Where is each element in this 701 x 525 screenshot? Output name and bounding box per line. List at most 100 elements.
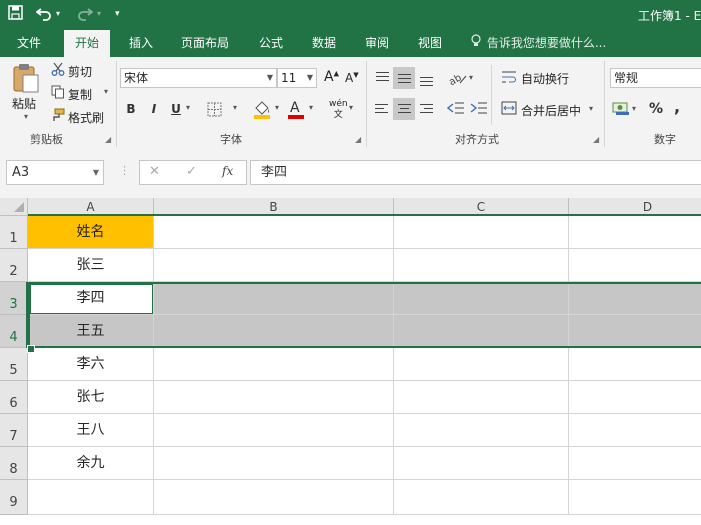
row-header[interactable]: 1 [0, 216, 28, 249]
row-header[interactable]: 3 [0, 282, 28, 315]
cell-d6[interactable] [569, 381, 701, 414]
underline-dropdown-icon[interactable]: ▾ [186, 103, 190, 112]
cell-b1[interactable] [154, 216, 394, 249]
align-top-button[interactable] [371, 67, 393, 89]
orientation-dropdown-icon[interactable]: ▾ [469, 73, 473, 82]
tab-review[interactable]: 审阅 [365, 30, 389, 57]
cell-a8[interactable]: 余九 [28, 447, 154, 480]
increase-indent-icon[interactable] [470, 101, 488, 118]
undo-dropdown-icon[interactable]: ▾ [56, 5, 60, 23]
wrap-text-button[interactable]: 自动换行 [521, 70, 569, 87]
font-color-icon[interactable]: A [287, 98, 305, 123]
tell-me-box[interactable]: 告诉我您想要做什么... [471, 30, 606, 57]
undo-icon[interactable] [35, 5, 52, 23]
row-header[interactable]: 7 [0, 414, 28, 447]
tab-data[interactable]: 数据 [312, 30, 336, 57]
cell-c1[interactable] [394, 216, 569, 249]
phonetic-dropdown-icon[interactable]: ▾ [349, 103, 353, 112]
italic-button[interactable]: I [143, 98, 165, 120]
phonetic-button[interactable]: wén 文 [329, 99, 348, 121]
cell-a7[interactable]: 王八 [28, 414, 154, 447]
align-middle-button[interactable] [393, 67, 415, 89]
row-header[interactable]: 4 [0, 315, 28, 348]
row-header[interactable]: 6 [0, 381, 28, 414]
customize-quick-access-icon[interactable]: ▾ [115, 5, 120, 23]
cell-d7[interactable] [569, 414, 701, 447]
clipboard-launcher-icon[interactable]: ◢ [105, 135, 111, 144]
cell-c5[interactable] [394, 348, 569, 381]
align-right-button[interactable] [415, 98, 437, 120]
orientation-icon[interactable]: ab [447, 70, 467, 89]
tab-file[interactable]: 文件 [17, 30, 41, 57]
cell-d3[interactable] [569, 282, 701, 315]
cell-d1[interactable] [569, 216, 701, 249]
format-painter-button[interactable]: 格式刷 [68, 109, 104, 126]
cell-a1[interactable]: 姓名 [28, 216, 154, 249]
comma-style-button[interactable]: , [666, 96, 688, 118]
shrink-font-button[interactable]: A▼ [345, 71, 359, 85]
cell-b9[interactable] [154, 480, 394, 515]
paste-icon[interactable] [12, 63, 40, 96]
cell-a5[interactable]: 李六 [28, 348, 154, 381]
cell-c3[interactable] [394, 282, 569, 315]
cell-d8[interactable] [569, 447, 701, 480]
merge-center-button[interactable]: 合并后居中 [521, 102, 581, 119]
align-bottom-button[interactable] [415, 67, 437, 89]
cell-b5[interactable] [154, 348, 394, 381]
cell-c8[interactable] [394, 447, 569, 480]
copy-button[interactable]: 复制 [68, 86, 92, 103]
bold-button[interactable]: B [120, 98, 142, 120]
insert-function-icon[interactable]: fx [222, 164, 233, 178]
row-header[interactable]: 8 [0, 447, 28, 480]
cell-d4[interactable] [569, 315, 701, 348]
paste-dropdown-icon[interactable]: ▾ [24, 112, 28, 121]
redo-icon[interactable] [77, 5, 94, 23]
cell-c6[interactable] [394, 381, 569, 414]
font-launcher-icon[interactable]: ◢ [355, 135, 361, 144]
cell-b3[interactable] [154, 282, 394, 315]
cut-button[interactable]: 剪切 [68, 63, 92, 80]
tab-view[interactable]: 视图 [418, 30, 442, 57]
decrease-indent-icon[interactable] [446, 101, 465, 118]
tab-page-layout[interactable]: 页面布局 [181, 30, 229, 57]
formula-bar-grip-icon[interactable]: ⋮ [119, 164, 130, 177]
redo-dropdown-icon[interactable]: ▾ [97, 5, 101, 23]
formula-input[interactable]: 李四 [250, 160, 701, 185]
cell-b7[interactable] [154, 414, 394, 447]
cell-c4[interactable] [394, 315, 569, 348]
row-header[interactable]: 2 [0, 249, 28, 282]
save-icon[interactable] [8, 5, 23, 23]
cell-d9[interactable] [569, 480, 701, 515]
cell-a4[interactable]: 王五 [28, 315, 154, 348]
name-box[interactable]: A3 ▼ [6, 160, 104, 185]
align-center-button[interactable] [393, 98, 415, 120]
cell-c2[interactable] [394, 249, 569, 282]
enter-icon[interactable]: ✓ [186, 164, 197, 179]
cell-b6[interactable] [154, 381, 394, 414]
row-header[interactable]: 9 [0, 480, 28, 515]
number-format-select[interactable]: 常规 [610, 68, 701, 88]
row-header[interactable]: 5 [0, 348, 28, 381]
cell-c9[interactable] [394, 480, 569, 515]
cell-b2[interactable] [154, 249, 394, 282]
cell-b8[interactable] [154, 447, 394, 480]
cell-a9[interactable] [28, 480, 154, 515]
cell-a2[interactable]: 张三 [28, 249, 154, 282]
cell-a6[interactable]: 张七 [28, 381, 154, 414]
fill-color-icon[interactable] [252, 99, 272, 122]
copy-dropdown-icon[interactable]: ▾ [104, 87, 108, 96]
grow-font-button[interactable]: A▲ [324, 69, 339, 85]
tab-insert[interactable]: 插入 [129, 30, 153, 57]
fill-handle[interactable] [27, 345, 35, 353]
alignment-launcher-icon[interactable]: ◢ [593, 135, 599, 144]
borders-dropdown-icon[interactable]: ▾ [233, 103, 237, 112]
font-name-select[interactable]: 宋体 ▼ [120, 68, 277, 88]
borders-icon[interactable] [207, 102, 222, 120]
cell-d2[interactable] [569, 249, 701, 282]
align-left-button[interactable] [371, 98, 393, 120]
cell-d5[interactable] [569, 348, 701, 381]
cell-b4[interactable] [154, 315, 394, 348]
percent-button[interactable]: % [645, 98, 667, 120]
currency-icon[interactable] [612, 100, 630, 119]
underline-button[interactable]: U [165, 98, 187, 120]
